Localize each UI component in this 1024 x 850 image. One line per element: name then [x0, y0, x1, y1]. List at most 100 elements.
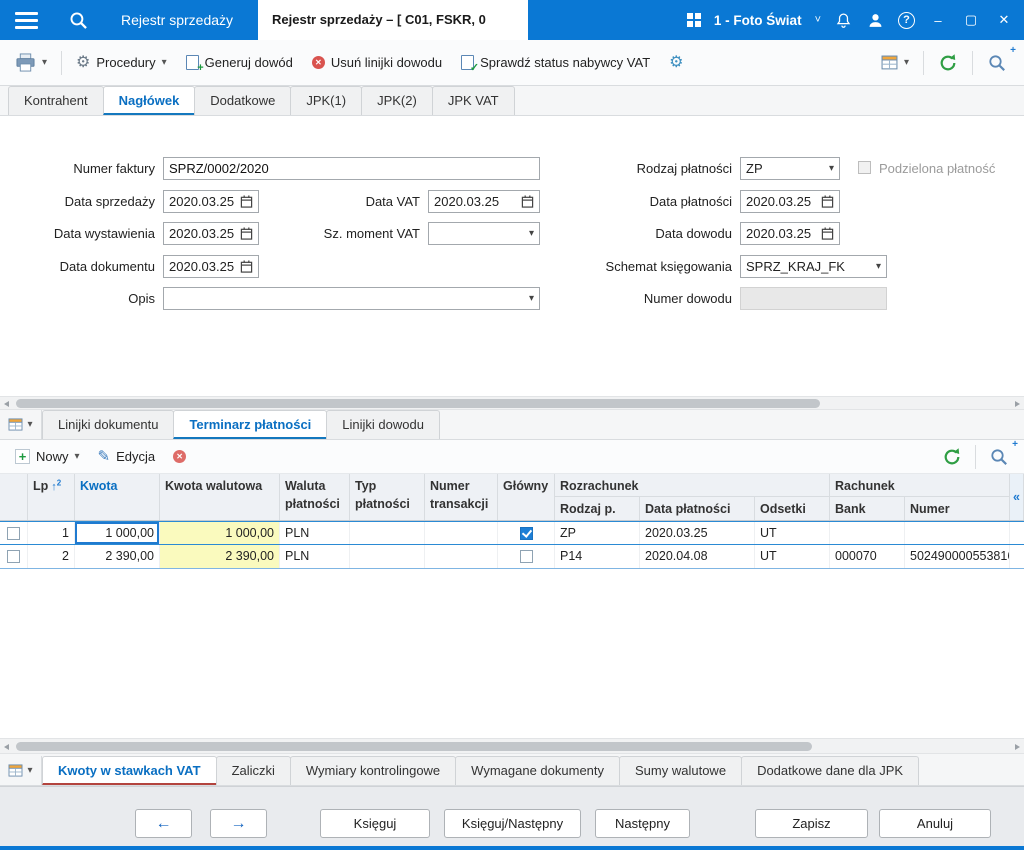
tab-dodatkowe[interactable]: Dodatkowe — [194, 86, 291, 115]
tab-kontrahent[interactable]: Kontrahent — [8, 86, 104, 115]
podzielona-platnosc-checkbox[interactable] — [858, 161, 871, 174]
data-dowodu-datepicker[interactable]: 2020.03.25 — [740, 222, 840, 245]
cell-numer[interactable] — [905, 522, 1010, 544]
view-options-button[interactable]: ▾ — [876, 51, 914, 74]
tab-sumy-walutowe[interactable]: Sumy walutowe — [619, 756, 742, 785]
settings-gear-button[interactable]: ⚙ — [664, 51, 688, 75]
rodzaj-platnosci-select[interactable]: ZP ▾ — [740, 157, 840, 180]
header-numer-transakcji[interactable]: Numer transakcji — [425, 474, 498, 520]
cell-odsetki[interactable]: UT — [755, 545, 830, 568]
scroll-right-arrow[interactable] — [1010, 397, 1024, 410]
maximize-button[interactable]: ▢ — [961, 12, 981, 28]
next-record-button[interactable]: → — [210, 809, 267, 838]
numer-faktury-input[interactable] — [163, 157, 540, 180]
edycja-button[interactable]: ✎ Edycja — [93, 445, 161, 468]
apps-grid-icon[interactable] — [687, 13, 701, 27]
ksieguj-button[interactable]: Księguj — [320, 809, 430, 838]
tab-wymiary-kontrolingowe[interactable]: Wymiary kontrolingowe — [290, 756, 456, 785]
tab-zaliczki[interactable]: Zaliczki — [216, 756, 291, 785]
cell-numer[interactable]: 5024900005538166 — [905, 545, 1010, 568]
header-lp[interactable]: Lp↑2 — [28, 474, 75, 520]
company-selector[interactable]: 1 - Foto Świat — [714, 13, 802, 28]
scroll-right-arrow[interactable] — [1010, 740, 1024, 753]
cell-select[interactable] — [0, 522, 28, 544]
chevron-down-icon[interactable]: ˅ — [815, 14, 821, 26]
close-button[interactable]: ✕ — [994, 12, 1014, 28]
previous-record-button[interactable]: ← — [135, 809, 192, 838]
collapse-panel-icon[interactable]: « — [1010, 474, 1024, 520]
opis-select[interactable]: ▾ — [163, 287, 540, 310]
data-wystawienia-datepicker[interactable]: 2020.03.25 — [163, 222, 259, 245]
scrollbar-thumb[interactable] — [16, 399, 820, 408]
table-row[interactable]: 2 2 390,00 2 390,00 PLN P14 2020.04.08 U… — [0, 545, 1024, 569]
search-icon[interactable] — [68, 10, 89, 31]
header-rodzaj-p[interactable]: Rodzaj p. — [555, 497, 640, 520]
help-icon[interactable]: ? — [898, 12, 915, 29]
cell-waluta[interactable]: PLN — [280, 545, 350, 568]
grid-search-button[interactable]: + — [984, 443, 1014, 471]
tab-linijki-dokumentu[interactable]: Linijki dokumentu — [42, 410, 174, 439]
cell-lp[interactable]: 1 — [28, 522, 75, 544]
cell-rodzaj-p[interactable]: ZP — [555, 522, 640, 544]
table-row[interactable]: 1 1 000,00 1 000,00 PLN ZP 2020.03.25 UT — [0, 521, 1024, 545]
cell-kwota-walutowa[interactable]: 1 000,00 — [160, 522, 280, 544]
cell-lp[interactable]: 2 — [28, 545, 75, 568]
header-kwota[interactable]: Kwota — [75, 474, 160, 520]
sz-moment-vat-select[interactable]: ▾ — [428, 222, 540, 245]
tab-kwoty-w-stawkach-vat[interactable]: Kwoty w stawkach VAT — [42, 756, 217, 785]
detail-view-menu-button[interactable]: ▾ — [0, 410, 42, 439]
cell-glowny[interactable] — [498, 522, 555, 544]
generuj-dowod-button[interactable]: + Generuj dowód — [181, 51, 298, 74]
tab-jpkvat[interactable]: JPK VAT — [432, 86, 515, 115]
horizontal-scrollbar[interactable] — [0, 738, 1024, 754]
user-icon[interactable] — [866, 11, 885, 30]
glowny-checkbox[interactable] — [520, 527, 533, 540]
data-vat-datepicker[interactable]: 2020.03.25 — [428, 190, 540, 213]
nowy-button[interactable]: + Nowy ▾ — [10, 445, 85, 468]
tab-jpk1[interactable]: JPK(1) — [290, 86, 362, 115]
usun-wiersz-button[interactable]: ✕ — [168, 446, 191, 467]
data-sprzedazy-datepicker[interactable]: 2020.03.25 — [163, 190, 259, 213]
document-tab[interactable]: Rejestr sprzedaży – [ C01, FSKR, 0 — [258, 0, 528, 40]
cell-typ[interactable] — [350, 522, 425, 544]
header-group-rachunek[interactable]: Rachunek — [830, 474, 1010, 497]
cell-glowny[interactable] — [498, 545, 555, 568]
cell-kwota[interactable]: 2 390,00 — [75, 545, 160, 568]
zapisz-button[interactable]: Zapisz — [755, 809, 868, 838]
header-kwota-walutowa[interactable]: Kwota walutowa — [160, 474, 280, 520]
bottom-view-menu-button[interactable]: ▾ — [0, 756, 42, 785]
header-group-rozrachunek[interactable]: Rozrachunek — [555, 474, 830, 497]
tab-wymagane-dokumenty[interactable]: Wymagane dokumenty — [455, 756, 620, 785]
header-glowny[interactable]: Główny — [498, 474, 555, 520]
cell-waluta[interactable]: PLN — [280, 522, 350, 544]
anuluj-button[interactable]: Anuluj — [879, 809, 991, 838]
usun-linijki-button[interactable]: ✕ Usuń linijki dowodu — [307, 51, 447, 74]
tab-dodatkowe-dane-jpk[interactable]: Dodatkowe dane dla JPK — [741, 756, 919, 785]
header-waluta-platnosci[interactable]: Waluta płatności — [280, 474, 350, 520]
scrollbar-thumb[interactable] — [16, 742, 812, 751]
cell-numer-transakcji[interactable] — [425, 522, 498, 544]
refresh-button[interactable] — [933, 49, 963, 77]
header-data-platnosci[interactable]: Data płatności — [640, 497, 755, 520]
header-odsetki[interactable]: Odsetki — [755, 497, 830, 520]
scroll-left-arrow[interactable] — [0, 740, 14, 753]
horizontal-scrollbar[interactable] — [0, 396, 1024, 410]
cell-kwota-walutowa[interactable]: 2 390,00 — [160, 545, 280, 568]
schemat-ksiegowania-select[interactable]: SPRZ_KRAJ_FK ▾ — [740, 255, 887, 278]
cell-numer-transakcji[interactable] — [425, 545, 498, 568]
tab-naglowek[interactable]: Nagłówek — [103, 86, 196, 115]
ksieguj-nastepny-button[interactable]: Księguj/Następny — [444, 809, 581, 838]
procedury-dropdown[interactable]: ⚙ Procedury ▾ — [71, 51, 172, 75]
sprawdz-vat-button[interactable]: ✓ Sprawdź status nabywcy VAT — [456, 51, 655, 74]
cell-bank[interactable]: 000070 — [830, 545, 905, 568]
glowny-checkbox[interactable] — [520, 550, 533, 563]
cell-odsetki[interactable]: UT — [755, 522, 830, 544]
tab-linijki-dowodu[interactable]: Linijki dowodu — [326, 410, 440, 439]
nastepny-button[interactable]: Następny — [595, 809, 690, 838]
hamburger-menu-icon[interactable] — [15, 12, 38, 29]
data-platnosci-datepicker[interactable]: 2020.03.25 — [740, 190, 840, 213]
row-select-checkbox[interactable] — [7, 527, 20, 540]
tab-jpk2[interactable]: JPK(2) — [361, 86, 433, 115]
print-button[interactable]: ▾ — [10, 49, 52, 76]
header-bank[interactable]: Bank — [830, 497, 905, 520]
